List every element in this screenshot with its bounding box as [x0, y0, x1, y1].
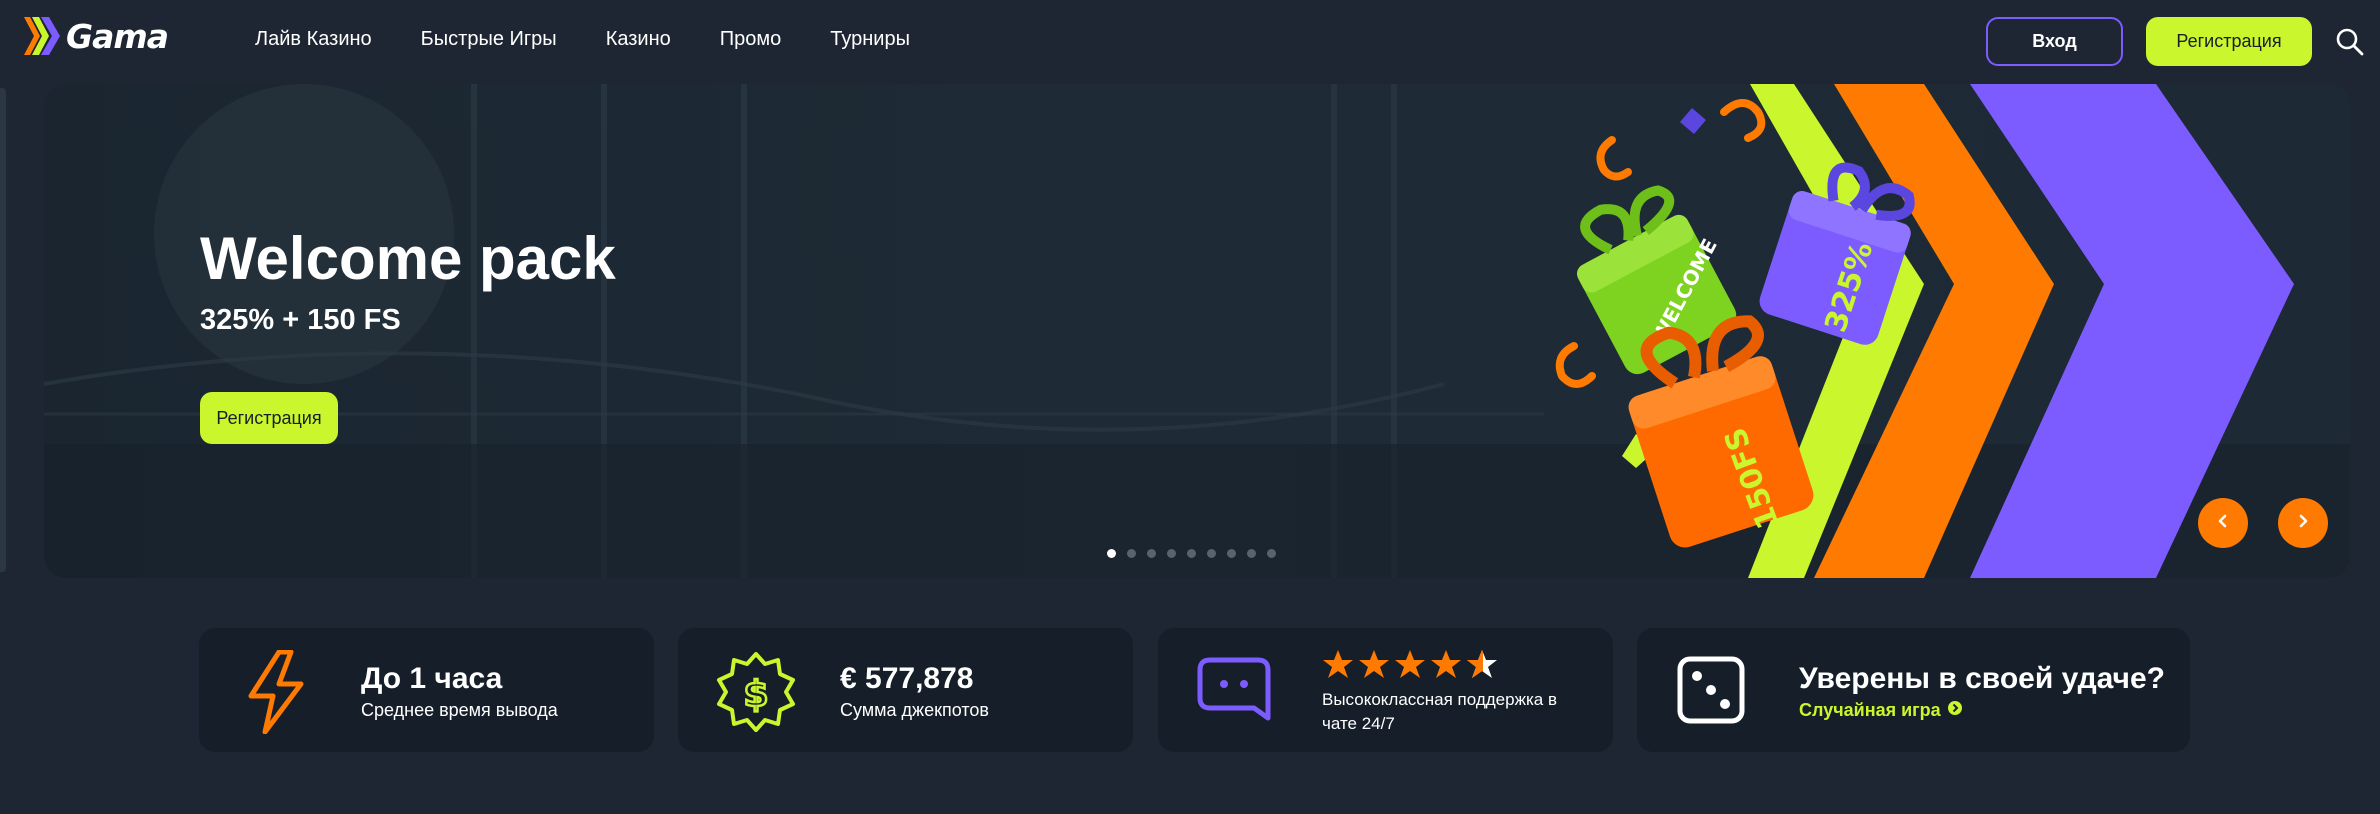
- slider-dot[interactable]: [1267, 549, 1276, 558]
- slider-dot[interactable]: [1247, 549, 1256, 558]
- logo-text: Gama: [66, 16, 169, 56]
- support-line-1: Высококлассная поддержка в: [1322, 690, 1557, 709]
- feature-card-payout: До 1 часа Среднее время вывода: [199, 628, 654, 752]
- star-icon: [1394, 648, 1426, 685]
- support-rating: [1322, 648, 1498, 685]
- nav-item-tournaments[interactable]: Турниры: [830, 28, 910, 51]
- chevron-left-icon: [2215, 513, 2231, 534]
- slider-dot[interactable]: [1187, 549, 1196, 558]
- dollar-badge-icon: $: [714, 650, 798, 739]
- login-button[interactable]: Вход: [1986, 17, 2123, 66]
- banner-title: Welcome pack: [200, 225, 616, 292]
- slider-dot[interactable]: [1127, 549, 1136, 558]
- slider-dot[interactable]: [1107, 549, 1116, 558]
- support-line-2: чате 24/7: [1322, 714, 1395, 733]
- promo-banner: Welcome pack 325% + 150 FS Регистрация W…: [44, 84, 2350, 578]
- search-icon[interactable]: [2334, 26, 2366, 58]
- main-nav: Лайв Казино Быстрые Игры Казино Промо Ту…: [255, 28, 910, 51]
- nav-item-live-casino[interactable]: Лайв Казино: [255, 28, 372, 51]
- slider-dots: [1107, 549, 1276, 558]
- random-game-link[interactable]: Случайная игра: [1799, 700, 1963, 721]
- dice-icon: [1677, 656, 1745, 729]
- feature-card-luck: Уверены в своей удаче? Случайная игра: [1637, 628, 2190, 752]
- slider-dot[interactable]: [1227, 549, 1236, 558]
- logo[interactable]: Gama: [24, 10, 169, 62]
- slider-dot[interactable]: [1167, 549, 1176, 558]
- payout-title: До 1 часа: [361, 662, 503, 695]
- site-header: Gama Лайв Казино Быстрые Игры Казино Про…: [0, 0, 2380, 84]
- random-game-label: Случайная игра: [1799, 700, 1941, 720]
- chat-bubble-icon: [1196, 656, 1272, 731]
- star-half-icon: [1466, 648, 1498, 685]
- payout-subtitle: Среднее время вывода: [361, 700, 558, 720]
- slider-prev-button[interactable]: [2198, 498, 2248, 548]
- jackpot-amount: € 577,878: [840, 662, 974, 695]
- gift-boxes-illustration: WELCOME 325% 150FS: [1555, 84, 2294, 578]
- nav-item-fast-games[interactable]: Быстрые Игры: [421, 28, 557, 51]
- sidebar-edge[interactable]: [0, 88, 6, 572]
- banner-register-button[interactable]: Регистрация: [200, 392, 338, 444]
- arrow-circle-right-icon: [1947, 700, 1963, 721]
- slider-next-button[interactable]: [2278, 498, 2328, 548]
- svg-text:$: $: [743, 674, 768, 715]
- jackpot-subtitle: Сумма джекпотов: [840, 700, 989, 720]
- lightning-icon: [245, 649, 307, 739]
- star-icon: [1322, 648, 1354, 685]
- banner-subtitle: 325% + 150 FS: [200, 304, 401, 336]
- feature-card-jackpot: $ € 577,878 Сумма джекпотов: [678, 628, 1133, 752]
- slider-dot[interactable]: [1207, 549, 1216, 558]
- star-icon: [1430, 648, 1462, 685]
- chevron-right-icon: [2295, 513, 2311, 534]
- feature-card-support: Высококлассная поддержка в чате 24/7: [1158, 628, 1613, 752]
- register-button[interactable]: Регистрация: [2146, 17, 2312, 66]
- nav-item-promo[interactable]: Промо: [720, 28, 782, 51]
- nav-item-casino[interactable]: Казино: [606, 28, 671, 51]
- star-icon: [1358, 648, 1390, 685]
- luck-title: Уверены в своей удаче?: [1799, 662, 2165, 695]
- logo-chevrons-icon: [24, 13, 62, 59]
- slider-dot[interactable]: [1147, 549, 1156, 558]
